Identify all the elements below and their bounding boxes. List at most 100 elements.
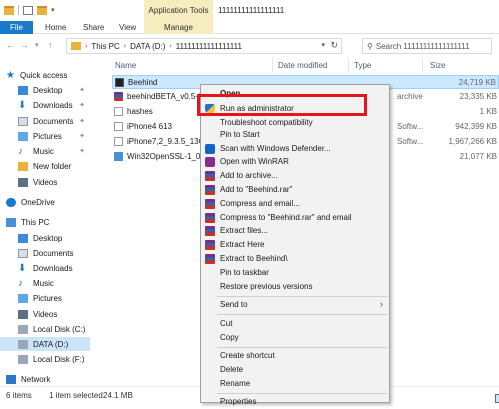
file-name: hashes — [127, 107, 153, 116]
nav-label: Local Disk (C:) — [33, 324, 86, 334]
file-name: iPhone4 613 — [127, 122, 172, 131]
chevron-down-icon[interactable]: ▾ — [51, 6, 55, 14]
menu-label: Extract to Beehind\ — [220, 254, 288, 263]
column-divider[interactable] — [348, 58, 349, 73]
tab-view[interactable]: View — [119, 21, 136, 34]
file-size: 1 KB — [479, 107, 497, 116]
nav-pc-videos[interactable]: Videos — [18, 307, 57, 321]
nav-pc-desktop[interactable]: Desktop — [18, 231, 62, 245]
nav-pc-music[interactable]: ♪ Music — [18, 276, 54, 290]
archive-icon — [114, 92, 123, 101]
chevron-right-icon[interactable]: › — [169, 43, 171, 50]
address-bar[interactable]: › This PC › DATA (D:) › 1111111111111111… — [66, 38, 342, 54]
menu-item-properties[interactable]: Properties — [201, 395, 389, 409]
forward-arrow-icon[interactable]: → — [20, 40, 29, 50]
search-box[interactable]: ⚲ Search 11111111111111111 — [362, 38, 492, 54]
menu-item-extract-here[interactable]: Extract Here — [201, 238, 389, 252]
chevron-right-icon[interactable]: › — [85, 43, 87, 50]
nav-item-downloads[interactable]: ⬇ Downloads ✦ — [18, 98, 90, 112]
column-type[interactable]: Type — [354, 61, 371, 70]
back-arrow-icon[interactable]: ← — [6, 40, 15, 50]
pin-icon: ✦ — [79, 87, 85, 94]
menu-item-open-winrar[interactable]: Open with WinRAR — [201, 155, 389, 169]
file-icon — [114, 122, 123, 131]
menu-label: Extract files... — [220, 226, 269, 235]
menu-item-compress-rar-email[interactable]: Compress to "Beehind.rar" and email — [201, 211, 389, 225]
nav-item-pictures[interactable]: Pictures ✦ — [18, 129, 90, 143]
cloud-icon — [6, 197, 16, 207]
videos-icon — [18, 177, 28, 187]
tab-file[interactable]: File — [0, 21, 33, 34]
download-arrow-icon: ⬇ — [18, 262, 27, 274]
nav-pc-pictures[interactable]: Pictures — [18, 291, 62, 305]
nav-quick-access[interactable]: ★ Quick access — [6, 68, 68, 82]
menu-item-rename[interactable]: Rename — [201, 377, 389, 391]
menu-item-delete[interactable]: Delete — [201, 363, 389, 377]
nav-item-music[interactable]: ♪ Music ✦ — [18, 144, 90, 158]
nav-pc-documents[interactable]: Documents — [18, 246, 73, 260]
search-placeholder: Search 11111111111111111 — [375, 41, 470, 51]
menu-item-add-rar[interactable]: Add to "Beehind.rar" — [201, 183, 389, 197]
column-name[interactable]: Name — [115, 61, 136, 70]
nav-network[interactable]: Network — [6, 372, 50, 386]
highlight-box — [197, 94, 367, 116]
breadcrumb-this-pc[interactable]: This PC — [91, 42, 119, 51]
column-divider[interactable] — [272, 58, 273, 73]
nav-local-disk-f[interactable]: Local Disk (F:) — [18, 352, 85, 366]
nav-this-pc[interactable]: This PC — [6, 215, 49, 229]
winrar-icon — [205, 157, 215, 167]
archive-icon — [205, 199, 215, 209]
nav-item-desktop[interactable]: Desktop ✦ — [18, 83, 90, 97]
recent-locations-chevron-icon[interactable]: ▾ — [35, 41, 39, 49]
menu-item-pin-taskbar[interactable]: Pin to taskbar — [201, 266, 389, 280]
refresh-icon[interactable]: ↻ — [330, 40, 338, 51]
column-size[interactable]: Size — [430, 61, 446, 70]
nav-local-disk-c[interactable]: Local Disk (C:) — [18, 322, 85, 336]
status-selected: 1 item selected — [49, 391, 103, 400]
menu-item-pin-start[interactable]: Pin to Start — [201, 128, 389, 142]
menu-item-scan-defender[interactable]: Scan with Windows Defender... — [201, 142, 389, 156]
menu-divider — [217, 296, 387, 297]
menu-item-add-archive[interactable]: Add to archive... — [201, 169, 389, 183]
ribbon-tabs: File Home Share View Manage — [0, 21, 499, 34]
menu-item-restore[interactable]: Restore previous versions — [201, 280, 389, 294]
nav-onedrive[interactable]: OneDrive — [6, 195, 55, 209]
menu-item-compress-email[interactable]: Compress and email... — [201, 197, 389, 211]
breadcrumb-data-d[interactable]: DATA (D:) — [130, 42, 165, 51]
menu-item-extract-files[interactable]: Extract files... — [201, 224, 389, 238]
chevron-right-icon[interactable]: › — [124, 43, 126, 50]
nav-data-d[interactable]: DATA (D:) — [0, 337, 90, 351]
tab-manage[interactable]: Manage — [144, 21, 213, 34]
drive-icon — [18, 339, 28, 349]
desktop-icon — [18, 233, 28, 243]
menu-label: Add to archive... — [220, 171, 278, 180]
new-folder-icon[interactable] — [37, 5, 47, 15]
star-icon: ★ — [6, 69, 15, 81]
nav-item-documents[interactable]: Documents ✦ — [18, 114, 90, 128]
computer-icon — [6, 217, 16, 227]
menu-item-create-shortcut[interactable]: Create shortcut — [201, 349, 389, 363]
pin-icon: ✦ — [79, 133, 85, 140]
menu-label: Send to — [220, 300, 248, 309]
nav-pc-downloads[interactable]: ⬇ Downloads — [18, 261, 73, 275]
menu-item-send-to[interactable]: Send to › — [201, 298, 389, 312]
column-date-modified[interactable]: Date modified — [278, 61, 327, 70]
column-divider[interactable] — [422, 58, 423, 73]
up-arrow-icon[interactable]: ↑ — [48, 40, 53, 50]
breadcrumb-folder[interactable]: 11111111111111111 — [176, 42, 242, 51]
menu-label: Copy — [220, 333, 239, 342]
menu-item-copy[interactable]: Copy — [201, 331, 389, 345]
nav-item-new-folder[interactable]: New folder — [18, 159, 71, 173]
chevron-down-icon[interactable]: ▾ — [321, 41, 325, 49]
music-note-icon: ♪ — [18, 277, 23, 289]
desktop-icon — [18, 85, 28, 95]
pictures-icon — [18, 131, 28, 141]
properties-icon[interactable] — [23, 5, 33, 15]
large-icons-view-icon[interactable] — [495, 394, 499, 403]
menu-item-cut[interactable]: Cut — [201, 317, 389, 331]
nav-item-videos[interactable]: Videos — [18, 175, 57, 189]
menu-item-extract-to[interactable]: Extract to Beehind\ — [201, 252, 389, 266]
nav-label: Network — [21, 374, 51, 384]
tab-home[interactable]: Home — [45, 21, 66, 34]
tab-share[interactable]: Share — [83, 21, 104, 34]
